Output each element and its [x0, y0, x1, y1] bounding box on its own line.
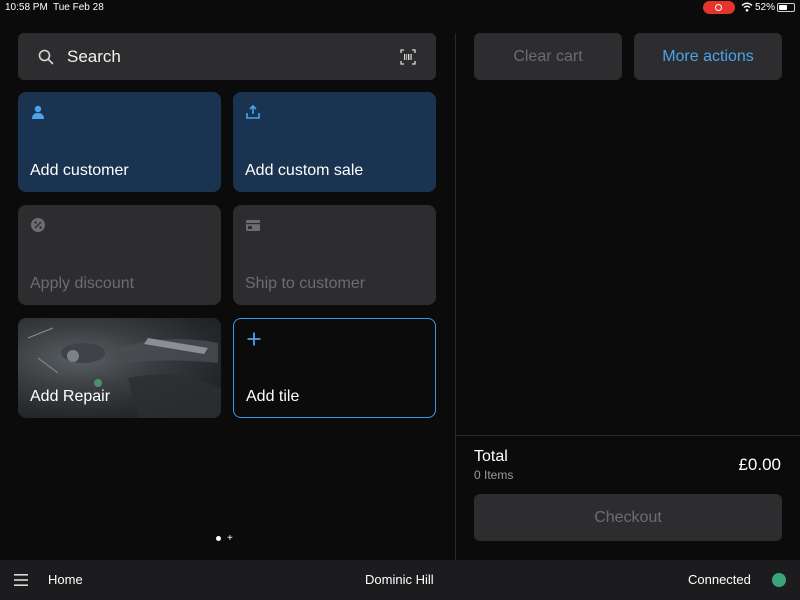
shipping-box-icon: [246, 220, 260, 231]
clear-cart-button[interactable]: Clear cart: [474, 33, 622, 80]
tile-ship-to-customer[interactable]: Ship to customer: [233, 205, 436, 305]
tile-add-custom-sale[interactable]: Add custom sale: [233, 92, 436, 192]
total-amount: £0.00: [738, 455, 781, 474]
connection-status-icon: [772, 573, 786, 587]
tile-apply-discount[interactable]: Apply discount: [18, 205, 221, 305]
discount-badge-icon: [31, 218, 45, 232]
page-indicator[interactable]: +: [216, 533, 233, 544]
tile-add-repair[interactable]: Add Repair: [18, 318, 221, 418]
person-icon: [32, 105, 44, 119]
status-time: 10:58 PM: [5, 2, 48, 13]
tile-add-customer[interactable]: Add customer: [18, 92, 221, 192]
hamburger-menu-icon[interactable]: [14, 574, 28, 586]
wifi-icon: [741, 2, 753, 12]
search-label: Search: [67, 47, 121, 66]
status-date: Tue Feb 28: [53, 2, 104, 13]
upload-tray-icon: [246, 104, 260, 119]
tile-label: Add Repair: [30, 388, 111, 405]
pos-screen: 10:58 PM Tue Feb 28 52% Search Add custo…: [0, 0, 800, 600]
user-name: Dominic Hill: [365, 572, 434, 587]
total-label: Total: [474, 448, 508, 465]
panel-divider: [455, 33, 456, 560]
barcode-scan-icon[interactable]: [400, 49, 416, 65]
tile-label: Apply discount: [30, 275, 135, 292]
tile-label: Ship to customer: [245, 275, 366, 292]
status-bar: 10:58 PM Tue Feb 28 52%: [0, 0, 800, 16]
plus-icon: [247, 332, 261, 346]
home-label[interactable]: Home: [48, 572, 83, 587]
tile-label: Add customer: [30, 162, 129, 179]
bottom-bar: Home Dominic Hill Connected: [0, 560, 800, 600]
cart-divider: [456, 435, 800, 436]
more-actions-button[interactable]: More actions: [634, 33, 782, 80]
tile-add-tile[interactable]: Add tile: [233, 318, 436, 418]
connection-status: Connected: [688, 572, 751, 587]
items-count: 0 Items: [474, 468, 514, 482]
page-dot-active: [216, 535, 221, 541]
add-page-icon[interactable]: +: [227, 533, 233, 544]
search-icon: [38, 49, 54, 65]
tile-label: Add custom sale: [245, 162, 364, 179]
tile-label: Add tile: [246, 388, 300, 405]
checkout-button[interactable]: Checkout: [474, 494, 782, 541]
screen-recording-icon: [703, 1, 735, 14]
search-bar[interactable]: Search: [18, 33, 436, 80]
battery-icon: [777, 3, 795, 12]
battery-percent: 52%: [755, 2, 776, 13]
